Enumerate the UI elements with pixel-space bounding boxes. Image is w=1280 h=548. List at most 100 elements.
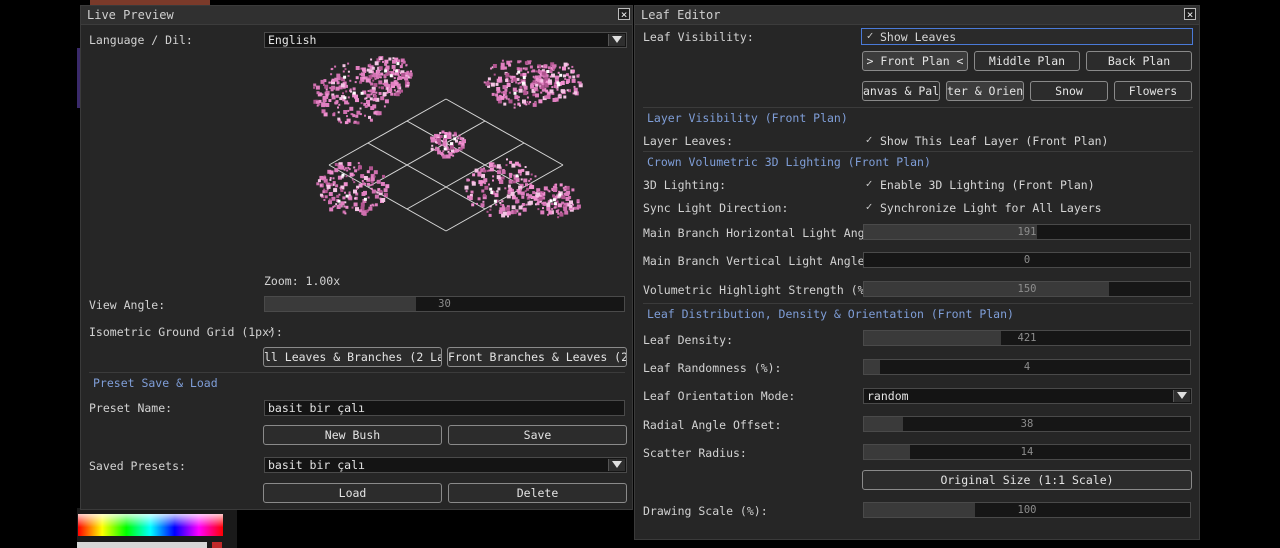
blossom-petal — [496, 96, 501, 101]
blossom-petal — [540, 210, 545, 215]
blossom-petal — [333, 188, 338, 193]
blossom-petal — [576, 199, 580, 203]
drawing-scale-value: 100 — [1017, 504, 1037, 516]
tab-scatter-orientation[interactable]: ter & Orienta — [946, 81, 1024, 101]
show-leaves-checkbox[interactable]: ✓ Show Leaves — [861, 28, 1193, 45]
delete-button[interactable]: Delete — [448, 483, 627, 503]
vertical-light-slider[interactable]: 0 — [863, 252, 1191, 268]
blossom-petal — [361, 78, 365, 82]
blossom-petal — [404, 76, 409, 81]
leaf-density-slider[interactable]: 421 — [863, 330, 1191, 346]
blossom-petal — [336, 194, 340, 198]
chevron-down-icon[interactable] — [608, 34, 625, 46]
radial-offset-label: Radial Angle Offset: — [643, 418, 782, 432]
blossom-petal — [499, 201, 502, 204]
blossom-petal — [355, 114, 359, 118]
blossom-petal — [569, 204, 573, 208]
scatter-radius-slider[interactable]: 14 — [863, 444, 1191, 460]
blossom-highlight — [395, 69, 399, 73]
blossom-petal — [434, 141, 437, 144]
blossom-petal — [493, 164, 496, 168]
blossom-petal — [331, 78, 335, 82]
blossom-petal — [517, 190, 521, 193]
tab-snow[interactable]: Snow — [1030, 81, 1108, 101]
saved-presets-select[interactable]: basit bir çalı — [264, 457, 627, 473]
live-preview-titlebar[interactable]: Live Preview × — [81, 6, 632, 25]
blossom-petal — [532, 191, 536, 195]
sync-light-checkbox[interactable]: ✓ — [863, 201, 875, 213]
layer-leaves-label: Layer Leaves: — [643, 134, 734, 148]
grid-checkbox[interactable]: ✓ — [265, 325, 277, 337]
front-branches-leaves-button[interactable]: Front Branches & Leaves (2 L — [447, 347, 627, 367]
blossom-petal — [528, 179, 531, 182]
blossom-petal — [371, 66, 375, 70]
blossom-petal — [483, 169, 487, 173]
blossom-petal — [390, 92, 394, 96]
chevron-down-icon[interactable] — [1173, 390, 1190, 402]
blossom-petal — [367, 196, 370, 199]
all-leaves-branches-button[interactable]: ll Leaves & Branches (2 Layer — [263, 347, 442, 367]
blossom-petal — [528, 194, 533, 199]
orientation-mode-select[interactable]: random — [863, 388, 1192, 404]
blossom-highlight — [559, 73, 563, 77]
leaf-randomness-slider[interactable]: 4 — [863, 359, 1191, 375]
language-select[interactable]: English — [264, 32, 627, 48]
blossom-petal — [381, 86, 384, 90]
layer-leaves-checkbox[interactable]: ✓ — [863, 134, 875, 146]
blossom-petal — [506, 194, 511, 199]
blossom-petal — [343, 182, 348, 187]
load-button[interactable]: Load — [263, 483, 442, 503]
original-size-button[interactable]: Original Size (1:1 Scale) — [862, 470, 1192, 490]
blossom-petal — [500, 91, 503, 94]
horizontal-light-slider[interactable]: 191 — [863, 224, 1191, 240]
blossom-petal — [316, 182, 320, 186]
blossom-petal — [567, 67, 570, 70]
blossom-petal — [373, 170, 378, 175]
tab-canvas-palette[interactable]: anvas & Palet — [862, 81, 940, 101]
close-icon[interactable]: × — [618, 8, 630, 20]
blossom-petal — [481, 173, 485, 178]
blossom-petal — [507, 184, 511, 188]
blossom-petal — [538, 75, 542, 79]
preset-name-input[interactable]: basit bir çalı — [264, 400, 625, 416]
blossom-petal — [535, 70, 538, 73]
middle-plan-button[interactable]: Middle Plan — [974, 51, 1080, 71]
blossom-petal — [454, 133, 457, 137]
blossom-petal — [362, 211, 367, 216]
blossom-petal — [347, 74, 350, 77]
blossom-petal — [536, 192, 541, 197]
radial-offset-slider[interactable]: 38 — [863, 416, 1191, 432]
view-angle-slider[interactable]: 30 — [264, 296, 625, 312]
chevron-down-icon[interactable] — [608, 459, 625, 471]
front-plan-button[interactable]: > Front Plan < — [862, 51, 968, 71]
blossom-petal — [449, 144, 454, 149]
blossom-petal — [532, 80, 536, 84]
blossom-petal — [349, 106, 354, 111]
blossom-petal — [498, 90, 501, 93]
blossom-petal — [442, 154, 447, 159]
new-bush-button[interactable]: New Bush — [263, 425, 442, 445]
leaf-editor-titlebar[interactable]: Leaf Editor × — [635, 6, 1199, 25]
blossom-petal — [352, 87, 356, 91]
blossom-petal — [343, 168, 346, 171]
blossom-petal — [342, 196, 346, 200]
tab-flowers[interactable]: Flowers — [1114, 81, 1192, 101]
blossom-petal — [324, 190, 328, 193]
highlight-strength-slider[interactable]: 150 — [863, 281, 1191, 297]
tree-preview-canvas[interactable] — [306, 52, 616, 242]
drawing-scale-slider[interactable]: 100 — [863, 502, 1191, 518]
blossom-petal — [448, 152, 453, 157]
save-button[interactable]: Save — [448, 425, 627, 445]
blossom-petal — [383, 188, 388, 193]
blossom-petal — [382, 174, 385, 178]
blossom-petal — [337, 117, 341, 121]
blossom-highlight — [549, 199, 553, 203]
blossom-petal — [376, 191, 379, 194]
close-icon[interactable]: × — [1184, 8, 1196, 20]
blossom-petal — [349, 79, 352, 82]
blossom-petal — [339, 97, 343, 101]
blossom-petal — [380, 182, 385, 186]
grid-line — [445, 98, 564, 166]
back-plan-button[interactable]: Back Plan — [1086, 51, 1192, 71]
lighting-checkbox[interactable]: ✓ — [863, 178, 875, 190]
